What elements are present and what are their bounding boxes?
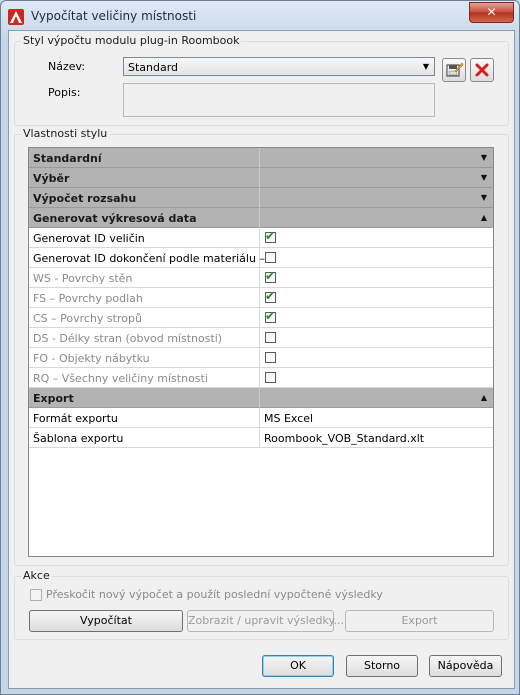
chevron-down-icon: ▼ <box>422 62 429 71</box>
property-checkbox[interactable]: ✔ <box>265 269 276 283</box>
property-row[interactable]: Šablona exportu Roombook_VOB_Standard.xlt <box>29 428 493 448</box>
property-category-row[interactable]: Export ▲ <box>29 388 493 408</box>
category-label: Export <box>33 392 74 405</box>
delete-style-button[interactable] <box>470 58 494 82</box>
property-name: RQ – Všechny veličiny místnosti <box>33 372 208 385</box>
checkmark-icon: ✔ <box>265 289 276 303</box>
property-checkbox[interactable] <box>265 352 276 363</box>
checkmark-icon: ✔ <box>265 309 276 323</box>
property-row[interactable]: WS - Povrchy stěn ✔ <box>29 268 493 288</box>
show-results-button[interactable]: Zobrazit / upravit výsledky... <box>187 610 344 632</box>
expand-arrow-icon[interactable]: ▼ <box>481 193 487 202</box>
column-divider[interactable] <box>259 368 260 388</box>
style-group: Styl výpočtu modulu plug-in Roombook Náz… <box>14 34 509 126</box>
properties-group-label: Vlastnosti stylu <box>21 127 110 140</box>
window-title: Vypočítat veličiny místnosti <box>31 9 197 23</box>
style-group-label: Styl výpočtu modulu plug-in Roombook <box>21 34 242 47</box>
column-divider[interactable] <box>259 268 260 288</box>
property-row[interactable]: RQ – Všechny veličiny místnosti <box>29 368 493 388</box>
style-name-dropdown[interactable]: Standard ▼ <box>123 57 435 76</box>
expand-arrow-icon[interactable]: ▼ <box>481 173 487 182</box>
property-name: FS – Povrchy podlah <box>33 292 143 305</box>
title-bar[interactable]: Vypočítat veličiny místnosti ✕ <box>1 1 519 31</box>
column-divider[interactable] <box>259 328 260 348</box>
property-name: DS - Délky stran (obvod místnosti) <box>33 332 223 345</box>
property-checkbox[interactable] <box>265 252 276 263</box>
cancel-button[interactable]: Storno <box>346 655 418 677</box>
property-name: Generovat ID veličin <box>33 232 145 245</box>
property-value[interactable]: MS Excel <box>264 412 313 425</box>
export-button[interactable]: Export <box>345 610 494 632</box>
style-name-value: Standard <box>128 61 179 74</box>
property-checkbox[interactable]: ✔ <box>265 289 276 303</box>
skip-recalc-label: Přeskočit nový výpočet a použít poslední… <box>46 588 383 601</box>
column-divider[interactable] <box>259 288 260 308</box>
collapse-arrow-icon[interactable]: ▲ <box>481 213 487 222</box>
close-button[interactable]: ✕ <box>469 2 514 23</box>
help-button[interactable]: Nápověda <box>429 655 502 677</box>
property-row[interactable]: Generovat ID dokončení podle materiálu – <box>29 248 493 268</box>
property-checkbox[interactable]: ✔ <box>265 309 276 323</box>
property-row[interactable]: CS – Povrchy stropů ✔ <box>29 308 493 328</box>
column-divider[interactable] <box>259 408 260 428</box>
property-checkbox[interactable]: ✔ <box>265 229 276 243</box>
dialog-window: Vypočítat veličiny místnosti ✕ Styl výpo… <box>0 0 520 695</box>
property-name: Formát exportu <box>33 412 118 425</box>
property-category-row[interactable]: Výpočet rozsahu ▼ <box>29 188 493 208</box>
property-row[interactable]: FO - Objekty nábytku <box>29 348 493 368</box>
column-divider[interactable] <box>259 208 260 228</box>
collapse-arrow-icon[interactable]: ▲ <box>481 393 487 402</box>
property-category-row[interactable]: Výběr ▼ <box>29 168 493 188</box>
property-category-row[interactable]: Standardní ▼ <box>29 148 493 168</box>
property-value[interactable]: Roombook_VOB_Standard.xlt <box>264 432 424 445</box>
name-label: Název: <box>48 60 86 73</box>
checkmark-icon: ✔ <box>265 269 276 283</box>
ok-button[interactable]: OK <box>262 655 334 677</box>
calculate-button[interactable]: Vypočítat <box>29 610 183 632</box>
property-row[interactable]: Generovat ID veličin ✔ <box>29 228 493 248</box>
column-divider[interactable] <box>259 228 260 248</box>
column-divider[interactable] <box>259 148 260 168</box>
property-row[interactable]: DS - Délky stran (obvod místnosti) <box>29 328 493 348</box>
category-label: Výběr <box>33 172 70 185</box>
category-label: Generovat výkresová data <box>33 212 197 225</box>
property-checkbox[interactable] <box>265 372 276 383</box>
autocad-app-icon <box>8 9 24 25</box>
column-divider[interactable] <box>259 168 260 188</box>
column-divider[interactable] <box>259 388 260 408</box>
category-label: Standardní <box>33 152 102 165</box>
column-divider[interactable] <box>259 348 260 368</box>
column-divider[interactable] <box>259 248 260 268</box>
category-label: Výpočet rozsahu <box>33 192 137 205</box>
property-row[interactable]: FS – Povrchy podlah ✔ <box>29 288 493 308</box>
property-name: WS - Povrchy stěn <box>33 272 133 285</box>
property-name: FO - Objekty nábytku <box>33 352 150 365</box>
description-label: Popis: <box>48 86 81 99</box>
property-name: CS – Povrchy stropů <box>33 312 142 325</box>
property-grid[interactable]: Standardní ▼ Výběr ▼ Výpočet rozsahu ▼ Generov… <box>28 147 494 557</box>
expand-arrow-icon[interactable]: ▼ <box>481 153 487 162</box>
checkmark-icon: ✔ <box>265 229 276 243</box>
delete-icon <box>475 63 489 77</box>
column-divider[interactable] <box>259 428 260 448</box>
column-divider[interactable] <box>259 308 260 328</box>
dialog-client-area: Styl výpočtu modulu plug-in Roombook Náz… <box>8 30 515 689</box>
property-row[interactable]: Formát exportu MS Excel <box>29 408 493 428</box>
edit-style-button[interactable] <box>442 58 466 82</box>
property-category-row[interactable]: Generovat výkresová data ▲ <box>29 208 493 228</box>
column-divider[interactable] <box>259 188 260 208</box>
property-checkbox[interactable] <box>265 332 276 343</box>
property-name: Generovat ID dokončení podle materiálu – <box>33 252 265 265</box>
edit-style-icon <box>446 62 464 77</box>
actions-group-label: Akce <box>21 569 52 582</box>
description-field <box>123 83 435 117</box>
property-name: Šablona exportu <box>33 432 124 445</box>
skip-recalc-checkbox[interactable] <box>30 589 42 601</box>
